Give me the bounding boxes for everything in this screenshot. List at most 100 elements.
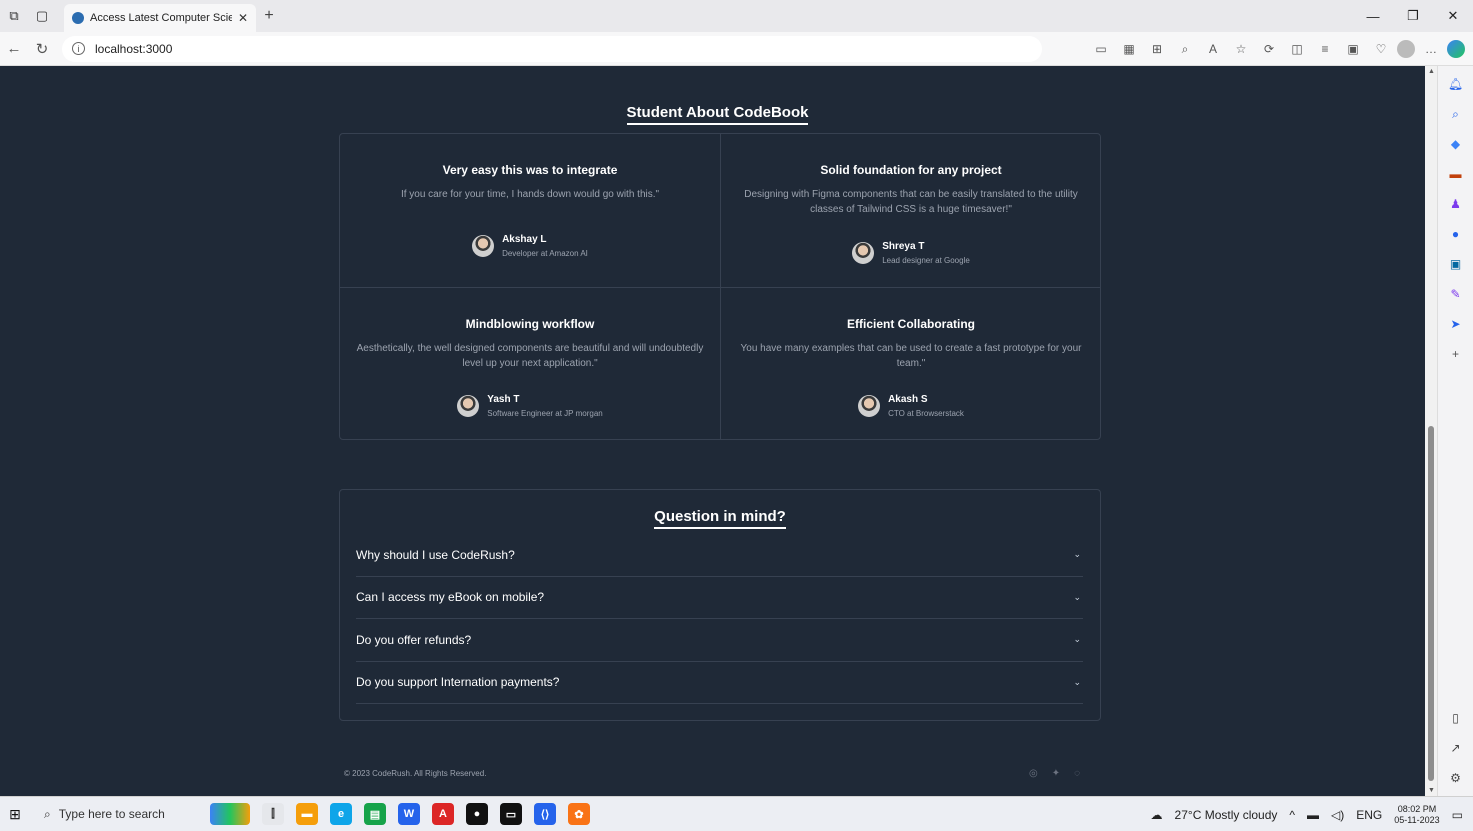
instagram-icon[interactable]: ◎ <box>1029 768 1038 779</box>
designer-icon[interactable]: ✎ <box>1448 286 1464 302</box>
restore-icon[interactable]: ❐ <box>1393 0 1433 32</box>
sidebar-toggle-icon[interactable]: ▯ <box>1448 710 1464 726</box>
address-bar[interactable]: i localhost:3000 <box>62 35 1042 62</box>
back-icon[interactable]: ← <box>0 40 28 57</box>
new-tab-button[interactable]: + <box>256 7 282 25</box>
sheets-icon[interactable]: ▤ <box>364 803 386 825</box>
close-window-icon[interactable]: ✕ <box>1433 0 1473 32</box>
notification-icon[interactable]: ▭ <box>1452 808 1463 822</box>
favorites-icon[interactable]: ≡ <box>1313 42 1337 56</box>
edge-browser-icon[interactable]: e <box>330 803 352 825</box>
author-name: Akash S <box>888 394 928 405</box>
chevron-down-icon: ⌄ <box>1073 676 1081 687</box>
terminal-icon[interactable]: ▭ <box>500 803 522 825</box>
bell-icon[interactable]: 🔔︎ <box>1448 76 1464 92</box>
tab-close-icon[interactable]: ✕ <box>238 11 248 25</box>
testimonials-title: Student About CodeBook <box>10 104 1425 125</box>
volume-icon[interactable]: ◁) <box>1331 808 1344 822</box>
pdf-icon[interactable]: A <box>432 803 454 825</box>
outlook-icon[interactable]: ▣ <box>1448 256 1464 272</box>
faq-item[interactable]: Why should I use CodeRush? ⌄ <box>356 534 1083 577</box>
avatar <box>472 235 495 257</box>
author-role: Lead designer at Google <box>882 256 970 265</box>
edge-sidebar: 🔔︎ ⌕ ◆ ▬ ♟ ● ▣ ✎ ➤ + ▯ ↗ ⚙ <box>1437 66 1473 796</box>
office-icon[interactable]: ● <box>1448 226 1464 242</box>
games-icon[interactable]: ♟ <box>1448 196 1464 212</box>
testimonial-heading: Mindblowing workflow <box>465 317 595 331</box>
tab-actions-icon[interactable]: ▢ <box>28 0 56 32</box>
page-content: Student About CodeBook Very easy this wa… <box>10 66 1425 796</box>
tools-icon[interactable]: ▬ <box>1448 166 1464 182</box>
read-aloud-icon[interactable]: A <box>1201 42 1225 56</box>
url-text: localhost:3000 <box>95 41 173 56</box>
author-role: CTO at Browserstack <box>888 409 964 418</box>
testimonial-card: Mindblowing workflow Aesthetically, the … <box>340 287 720 440</box>
language-text[interactable]: ENG <box>1356 808 1382 822</box>
system-tray: ☁ 27°C Mostly cloudy ^ ▬ ◁) ENG 08:02 PM… <box>1151 797 1463 831</box>
faq-item[interactable]: Do you offer refunds? ⌄ <box>356 619 1083 662</box>
weather-text[interactable]: 27°C Mostly cloudy <box>1175 808 1278 822</box>
testimonials-grid: Very easy this was to integrate If you c… <box>339 133 1101 440</box>
scroll-down-icon[interactable]: ▼ <box>1428 787 1435 794</box>
shopping-icon[interactable]: ◆ <box>1448 136 1464 152</box>
testimonial-heading: Efficient Collaborating <box>846 317 975 331</box>
send-icon[interactable]: ➤ <box>1448 316 1464 332</box>
more-menu-icon[interactable]: … <box>1419 42 1443 56</box>
minimize-icon[interactable]: — <box>1353 0 1393 32</box>
browser-essentials-icon[interactable]: ♡ <box>1369 42 1393 56</box>
browser-tab-bar: ⧉ ▢ Access Latest Computer Science ✕ + —… <box>0 0 1473 32</box>
testimonial-author: Akash S CTO at Browserstack <box>721 394 1101 418</box>
extensions-icon[interactable]: ⟳ <box>1257 42 1281 56</box>
task-view-icon[interactable]: ⫿ <box>262 803 284 825</box>
avatar <box>457 395 480 417</box>
file-explorer-icon[interactable]: ▬ <box>296 803 318 825</box>
testimonial-heading: Very easy this was to integrate <box>442 163 618 177</box>
media-player-icon[interactable]: ● <box>466 803 488 825</box>
gear-icon[interactable]: ⚙ <box>1448 770 1464 786</box>
browser-tab[interactable]: Access Latest Computer Science ✕ <box>64 4 256 32</box>
workspaces-icon[interactable]: ⧉ <box>0 0 28 32</box>
split-screen-icon[interactable]: ◫ <box>1285 42 1309 56</box>
add-icon[interactable]: + <box>1448 346 1464 362</box>
chevron-down-icon: ⌄ <box>1073 634 1081 645</box>
copilot-icon[interactable] <box>1447 40 1465 58</box>
windows-start-icon[interactable]: ⊞ <box>0 806 30 823</box>
faq-title: Question in mind? <box>340 508 1100 529</box>
word-icon[interactable]: W <box>398 803 420 825</box>
apps-icon[interactable]: ⊞ <box>1145 42 1169 56</box>
page-scrollbar[interactable]: ▲ ▼ <box>1425 66 1437 796</box>
testimonial-text: Aesthetically, the well designed compone… <box>356 343 704 369</box>
author-name: Akshay L <box>502 234 547 245</box>
scroll-thumb[interactable] <box>1428 426 1434 781</box>
search-icon[interactable]: ⌕ <box>1448 106 1464 122</box>
tray-chevron-icon[interactable]: ^ <box>1289 808 1295 822</box>
twitter-icon[interactable]: ✦ <box>1052 768 1060 779</box>
vscode-icon[interactable]: ⟨⟩ <box>534 803 556 825</box>
faq-question: Do you offer refunds? <box>356 632 472 647</box>
author-role: Software Engineer at JP morgan <box>487 409 603 418</box>
tab-title: Access Latest Computer Science <box>90 12 232 24</box>
taskbar-search[interactable]: ⌕ Type here to search <box>38 801 196 827</box>
github-icon[interactable]: ◌ <box>1074 768 1080 779</box>
refresh-icon[interactable]: ↻ <box>28 40 56 58</box>
weather-icon[interactable]: ☁ <box>1151 808 1163 822</box>
avatar <box>858 395 881 417</box>
widgets-icon[interactable] <box>210 803 250 825</box>
profile-avatar-icon[interactable] <box>1397 40 1415 58</box>
external-link-icon[interactable]: ↗ <box>1448 740 1464 756</box>
favorite-star-icon[interactable]: ☆ <box>1229 42 1253 56</box>
scroll-up-icon[interactable]: ▲ <box>1428 68 1435 75</box>
site-info-icon[interactable]: i <box>72 42 85 55</box>
network-icon[interactable]: ▬ <box>1307 808 1319 822</box>
postman-icon[interactable]: ✿ <box>568 803 590 825</box>
qr-code-icon[interactable]: ▦ <box>1117 42 1141 56</box>
screen-cast-icon[interactable]: ▭ <box>1089 42 1113 56</box>
faq-item[interactable]: Do you support Internation payments? ⌄ <box>356 662 1083 704</box>
testimonial-card: Very easy this was to integrate If you c… <box>340 134 720 287</box>
faq-item[interactable]: Can I access my eBook on mobile? ⌄ <box>356 577 1083 619</box>
faq-question: Can I access my eBook on mobile? <box>356 590 545 605</box>
clock[interactable]: 08:02 PM 05-11-2023 <box>1394 804 1439 826</box>
testimonial-text: You have many examples that can be used … <box>740 343 1082 369</box>
zoom-icon[interactable]: ⌕ <box>1173 42 1197 57</box>
collections-icon[interactable]: ▣ <box>1341 42 1365 56</box>
